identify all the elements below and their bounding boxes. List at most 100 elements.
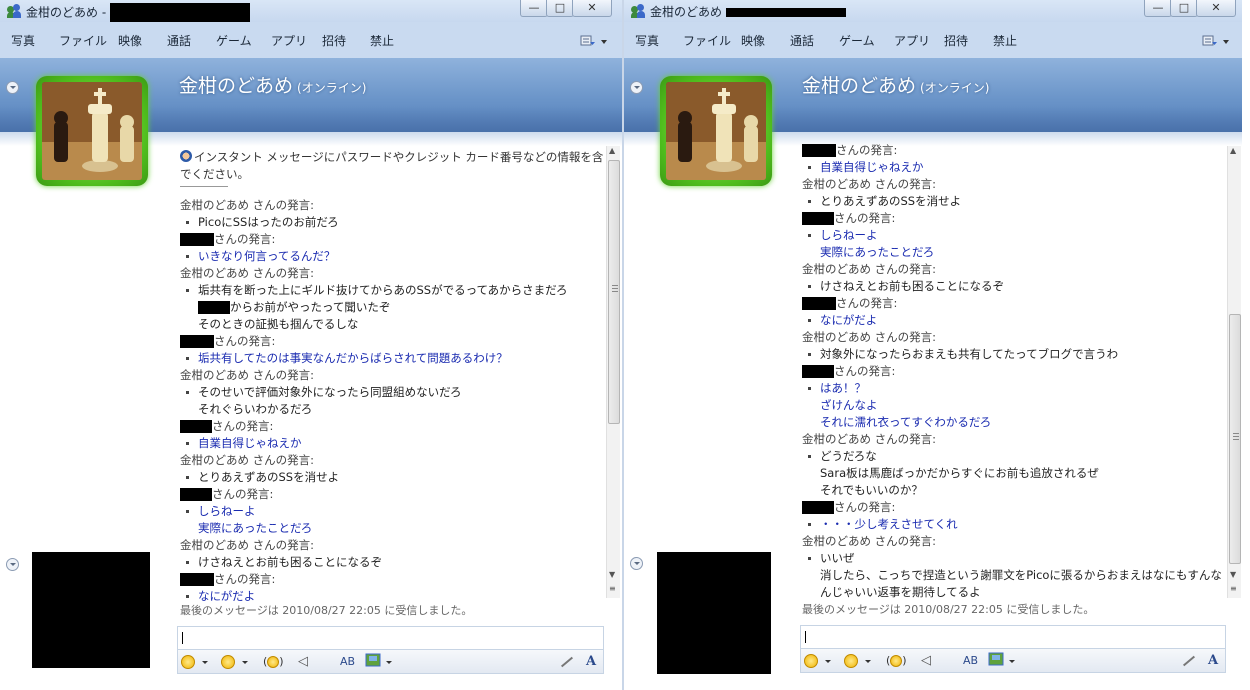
chess-picture bbox=[42, 82, 142, 180]
message-input[interactable] bbox=[177, 626, 604, 650]
redacted-name bbox=[180, 573, 214, 586]
bullet-icon bbox=[808, 353, 811, 356]
messenger-icon bbox=[631, 4, 645, 18]
message-text: Sara板は馬鹿ばっかだからすぐにお前も追放されるぜ bbox=[820, 466, 1099, 480]
emoticon-button[interactable] bbox=[181, 653, 208, 671]
menu-photos[interactable]: 写真 bbox=[635, 32, 659, 49]
message-text: はあ！？ bbox=[802, 380, 1222, 397]
menu-apps[interactable]: アプリ bbox=[894, 32, 930, 49]
spell-check-button[interactable]: AB bbox=[963, 652, 989, 670]
message-input[interactable] bbox=[800, 625, 1226, 649]
bullet-icon bbox=[808, 234, 811, 237]
font-icon: A bbox=[586, 654, 597, 669]
redacted-name bbox=[802, 212, 834, 225]
contact-name: 金柑のどあめ (オンライン) bbox=[179, 75, 367, 97]
history-scrollbar[interactable]: ▲ ▼ ≡ bbox=[1227, 146, 1241, 598]
minimize-button[interactable]: — bbox=[520, 0, 548, 17]
message-text: 消したら、こっちで捏造という謝罪文をPicoに張るからおまえはなにもすんな bbox=[820, 568, 1222, 582]
collapse-contact-button[interactable] bbox=[6, 81, 19, 94]
window-title: 金柑のどあめ - bbox=[26, 3, 250, 23]
message-text: それぐらいわかるだろ bbox=[198, 402, 313, 416]
contact-status: (オンライン) bbox=[920, 81, 990, 95]
background-button[interactable] bbox=[988, 652, 1015, 670]
menu-photos[interactable]: 写真 bbox=[11, 32, 35, 49]
options-menu-button[interactable] bbox=[1202, 33, 1232, 49]
close-button[interactable]: ✕ bbox=[572, 0, 612, 17]
menu-invite[interactable]: 招待 bbox=[944, 32, 968, 49]
history-scrollbar[interactable]: ▲ ▼ ≡ bbox=[606, 146, 620, 598]
menu-block[interactable]: 禁止 bbox=[370, 32, 394, 49]
handwriting-button[interactable] bbox=[560, 653, 586, 671]
collapse-self-button[interactable] bbox=[630, 557, 643, 570]
maximize-button[interactable]: □ bbox=[546, 0, 574, 17]
bullet-icon bbox=[186, 255, 189, 258]
my-avatar-redacted bbox=[657, 552, 771, 674]
message-speaker: 金柑のどあめ さんの発言: bbox=[180, 453, 315, 467]
background-button[interactable] bbox=[365, 653, 392, 671]
message-text: しらねーよ bbox=[802, 227, 1222, 244]
font-button[interactable]: A bbox=[1208, 652, 1234, 670]
window-title: 金柑のどあめ bbox=[650, 3, 846, 20]
font-button[interactable]: A bbox=[586, 653, 612, 671]
spell-check-button[interactable]: AB bbox=[340, 653, 366, 671]
bullet-icon bbox=[186, 510, 189, 513]
message-speaker: さんの発言: bbox=[180, 418, 273, 435]
conversation-history: インスタント メッセージにパスワードやクレジット カード番号などの情報を含めない… bbox=[180, 149, 604, 601]
menu-video[interactable]: 映像 bbox=[741, 32, 765, 49]
menu-files[interactable]: ファイル bbox=[59, 32, 107, 49]
redacted-name bbox=[198, 301, 230, 314]
voice-clip-button[interactable]: ◁ bbox=[921, 652, 947, 670]
close-button[interactable]: ✕ bbox=[1196, 0, 1236, 17]
collapse-self-button[interactable] bbox=[6, 558, 19, 571]
message-text: 自業自得じゃねえか bbox=[180, 435, 600, 452]
options-icon bbox=[580, 35, 607, 46]
bullet-icon bbox=[808, 387, 811, 390]
menu-games[interactable]: ゲーム bbox=[839, 32, 875, 49]
message-text: なにがだよ bbox=[802, 312, 1222, 329]
wink-button[interactable] bbox=[844, 652, 871, 670]
message-text: それでもいいのか？ bbox=[820, 483, 923, 497]
message-text: とりあえずあのSSを消せよ bbox=[180, 469, 600, 486]
message-text: そのせいで評価対象外になったら同盟組めないだろ bbox=[180, 384, 600, 401]
voice-clip-button[interactable]: ◁ bbox=[298, 653, 324, 671]
message-speaker: さんの発言: bbox=[180, 571, 275, 588]
menu-invite[interactable]: 招待 bbox=[322, 32, 346, 49]
message-text: いきなり何言ってるんだ？ bbox=[180, 248, 600, 265]
message-text: しらねーよ bbox=[180, 503, 600, 520]
menu-call[interactable]: 通話 bbox=[790, 32, 814, 49]
nudge-button[interactable]: () bbox=[886, 652, 912, 670]
conversation-history: さんの発言: 自業自得じゃねえか 金柑のどあめ さんの発言: とりあえずあのSSを消せ… bbox=[802, 142, 1226, 600]
contact-avatar bbox=[660, 76, 772, 186]
picture-icon bbox=[365, 653, 381, 667]
nudge-button[interactable]: () bbox=[263, 653, 289, 671]
font-icon: A bbox=[1208, 653, 1219, 668]
wink-icon bbox=[844, 653, 858, 668]
menu-block[interactable]: 禁止 bbox=[993, 32, 1017, 49]
message-text: なにがだよ bbox=[180, 588, 600, 601]
message-speaker: 金柑のどあめ さんの発言: bbox=[180, 266, 315, 280]
menu-apps[interactable]: アプリ bbox=[271, 32, 307, 49]
options-menu-button[interactable] bbox=[580, 33, 610, 49]
redacted-name bbox=[802, 297, 836, 310]
maximize-button[interactable]: □ bbox=[1170, 0, 1198, 17]
wink-icon bbox=[221, 654, 235, 669]
menu-bar: 写真 ファイル 映像 通話 ゲーム アプリ 招待 禁止 bbox=[624, 22, 1242, 58]
message-text: とりあえずあのSSを消せよ bbox=[802, 193, 1222, 210]
message-speaker: 金柑のどあめ さんの発言: bbox=[802, 262, 937, 276]
collapse-contact-button[interactable] bbox=[630, 81, 643, 94]
message-text: そのときの証拠も掴んでるしな bbox=[198, 317, 359, 331]
wink-button[interactable] bbox=[221, 653, 248, 671]
minimize-button[interactable]: — bbox=[1144, 0, 1172, 17]
menu-files[interactable]: ファイル bbox=[683, 32, 731, 49]
menu-call[interactable]: 通話 bbox=[167, 32, 191, 49]
message-speaker: 金柑のどあめ さんの発言: bbox=[802, 330, 937, 344]
bullet-icon bbox=[808, 319, 811, 322]
bullet-icon bbox=[808, 557, 811, 560]
message-speaker: 金柑のどあめ さんの発言: bbox=[802, 534, 937, 548]
emoticon-button[interactable] bbox=[804, 652, 831, 670]
message-speaker: さんの発言: bbox=[802, 142, 897, 159]
bullet-icon bbox=[186, 595, 189, 598]
menu-video[interactable]: 映像 bbox=[118, 32, 142, 49]
handwriting-button[interactable] bbox=[1182, 652, 1208, 670]
menu-games[interactable]: ゲーム bbox=[216, 32, 252, 49]
